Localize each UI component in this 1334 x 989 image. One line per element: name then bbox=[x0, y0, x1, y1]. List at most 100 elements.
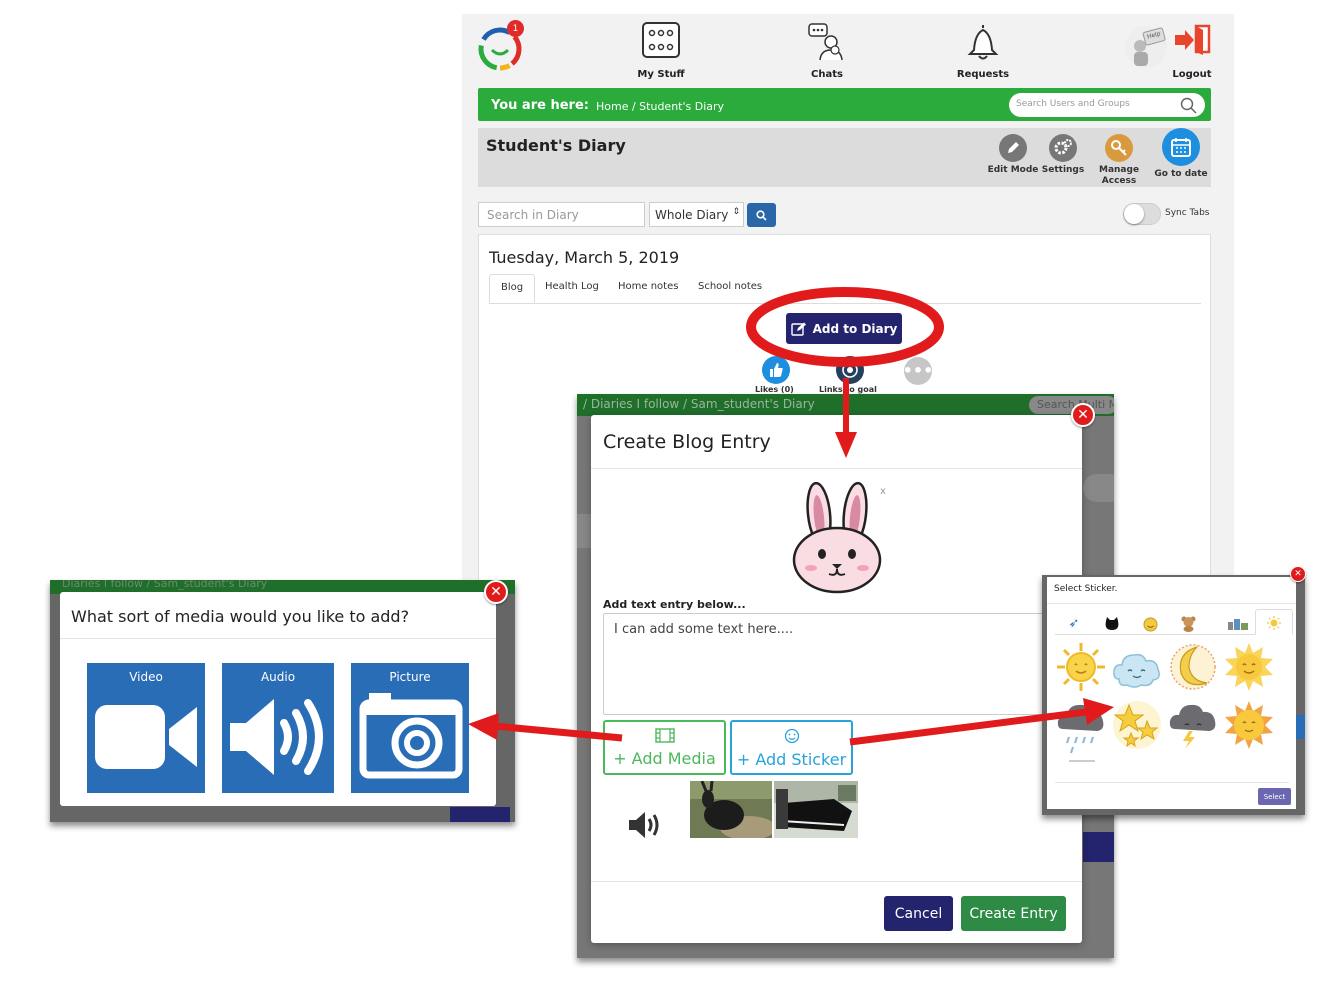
app-logo[interactable]: 1 bbox=[476, 20, 526, 72]
settings-button[interactable]: Settings bbox=[1034, 134, 1092, 176]
audio-option[interactable]: Audio bbox=[222, 663, 334, 793]
bg-breadcrumb: Diaries I follow / Sam_student's Diary bbox=[62, 580, 268, 590]
cat-icon bbox=[1105, 617, 1119, 630]
create-blog-entry-modal: Create Blog Entry x Add text entry below… bbox=[591, 415, 1082, 943]
moon-sticker[interactable] bbox=[1167, 641, 1219, 693]
global-search-input[interactable]: Search Users and Groups bbox=[1009, 93, 1205, 117]
storm-cloud-sticker[interactable] bbox=[1167, 699, 1219, 751]
picture-option[interactable]: Picture bbox=[351, 663, 469, 793]
diary-scope-select[interactable]: Whole Diary ⇕ bbox=[649, 202, 744, 227]
bg-breadcrumb: / Diaries I follow / Sam_student's Diary bbox=[583, 397, 815, 411]
create-entry-button[interactable]: Create Entry bbox=[961, 896, 1066, 931]
bg-field-right bbox=[1083, 474, 1114, 502]
add-sticker-label: + Add Sticker bbox=[736, 750, 847, 769]
cloud-sticker[interactable] bbox=[1111, 643, 1163, 695]
nav-requests[interactable]: Requests bbox=[938, 22, 1028, 80]
like-button[interactable] bbox=[762, 356, 790, 384]
smiley-icon bbox=[784, 728, 799, 744]
photo-attachment-rabbit[interactable] bbox=[690, 781, 772, 838]
settings-label: Settings bbox=[1041, 165, 1085, 175]
add-sticker-button[interactable]: + Add Sticker bbox=[730, 720, 853, 775]
bell-icon bbox=[967, 25, 999, 60]
video-camera-icon bbox=[95, 705, 197, 769]
manage-access-button[interactable]: Manage Access bbox=[1090, 134, 1148, 187]
diary-search-input[interactable]: Search in Diary bbox=[478, 202, 645, 227]
close-icon[interactable]: ✕ bbox=[484, 580, 508, 604]
bg-breadcrumb-bar: / Diaries I follow / Sam_student's Diary… bbox=[577, 394, 1114, 416]
sticker-tab-animals[interactable] bbox=[1093, 613, 1131, 635]
more-options-button[interactable]: ••• bbox=[903, 357, 933, 385]
remove-sticker-icon[interactable]: x bbox=[880, 486, 886, 497]
nav-my-stuff[interactable]: My Stuff bbox=[616, 22, 706, 80]
tab-health-log[interactable]: Health Log bbox=[534, 274, 610, 303]
sun-sticker[interactable] bbox=[1055, 641, 1107, 693]
sun-icon bbox=[1267, 616, 1281, 630]
search-icon bbox=[756, 209, 767, 221]
sticker-modal-title: Select Sticker. bbox=[1054, 584, 1118, 594]
add-media-label: + Add Media bbox=[613, 749, 716, 768]
go-to-date-label: Go to date bbox=[1154, 169, 1208, 179]
add-to-diary-label: Add to Diary bbox=[812, 321, 898, 336]
text-entry-field[interactable]: I can add some text here.... bbox=[603, 613, 1073, 715]
close-icon[interactable]: ✕ bbox=[1290, 566, 1306, 582]
sticker-tab-sports[interactable]: ➶ bbox=[1055, 613, 1093, 635]
media-type-modal: What sort of media would you like to add… bbox=[60, 592, 496, 806]
add-media-button[interactable]: + Add Media bbox=[603, 720, 726, 775]
bg-button bbox=[450, 807, 510, 822]
sticker-tab-places[interactable] bbox=[1219, 613, 1257, 635]
text-entry-value: I can add some text here.... bbox=[614, 622, 794, 637]
sync-tabs-toggle[interactable] bbox=[1123, 203, 1161, 225]
stars-sticker[interactable] bbox=[1111, 699, 1163, 751]
nav-logout[interactable]: Logout bbox=[1162, 22, 1222, 80]
audio-attachment-icon[interactable] bbox=[627, 809, 665, 841]
sun-smile-sticker[interactable] bbox=[1223, 641, 1275, 693]
sticker-tab-faces[interactable] bbox=[1131, 613, 1169, 635]
key-icon bbox=[1105, 134, 1133, 162]
global-search-placeholder: Search Users and Groups bbox=[1016, 99, 1130, 109]
sync-tabs-label: Sync Tabs bbox=[1165, 208, 1210, 218]
dice-icon bbox=[642, 22, 680, 58]
sports-icon: ➶ bbox=[1068, 616, 1080, 631]
close-icon[interactable]: ✕ bbox=[1071, 403, 1095, 427]
links-to-goal-label: Links to goal bbox=[819, 385, 877, 394]
bg-button bbox=[1083, 832, 1114, 862]
bunny-sticker[interactable] bbox=[789, 482, 885, 594]
modal-title: Create Blog Entry bbox=[603, 431, 771, 453]
page-title: Student's Diary bbox=[486, 136, 626, 155]
tab-school-notes[interactable]: School notes bbox=[687, 274, 773, 303]
speaker-icon bbox=[230, 699, 323, 775]
sticker-tab-weather[interactable] bbox=[1255, 609, 1293, 635]
tab-blog[interactable]: Blog bbox=[489, 274, 536, 303]
breadcrumb[interactable]: Home / Student's Diary bbox=[596, 100, 724, 113]
nav-chats-label: Chats bbox=[811, 69, 843, 80]
breadcrumb-bar: You are here: Home / Student's Diary Sea… bbox=[478, 88, 1211, 121]
cancel-button[interactable]: Cancel bbox=[884, 896, 953, 931]
breadcrumb-prefix: You are here: bbox=[491, 98, 589, 113]
rain-cloud-sticker[interactable] bbox=[1055, 699, 1107, 769]
tab-home-notes[interactable]: Home notes bbox=[607, 274, 689, 303]
gear-icon bbox=[1049, 134, 1077, 162]
nav-requests-label: Requests bbox=[956, 69, 1010, 80]
chats-icon bbox=[808, 23, 843, 61]
picture-option-label: Picture bbox=[389, 670, 431, 684]
notification-badge: 1 bbox=[507, 20, 524, 37]
select-sticker-button[interactable]: Select bbox=[1258, 788, 1291, 805]
diary-title-bar: Student's Diary Edit Mode Settings Manag… bbox=[478, 128, 1211, 187]
edit-note-icon bbox=[790, 322, 806, 336]
town-icon bbox=[1228, 619, 1248, 630]
go-to-date-button[interactable]: Go to date bbox=[1152, 128, 1210, 180]
face-icon bbox=[1143, 617, 1157, 632]
diary-search-button[interactable] bbox=[747, 203, 776, 227]
video-option-label: Video bbox=[129, 670, 163, 684]
add-to-diary-button[interactable]: Add to Diary bbox=[786, 313, 902, 344]
target-icon bbox=[842, 362, 858, 378]
photo-attachment-piano[interactable] bbox=[774, 781, 858, 838]
film-icon bbox=[654, 728, 675, 743]
video-option[interactable]: Video bbox=[87, 663, 205, 793]
sticker-tab-toys[interactable] bbox=[1169, 613, 1207, 635]
search-icon[interactable] bbox=[1180, 97, 1197, 114]
nav-chats[interactable]: Chats bbox=[782, 22, 872, 80]
select-arrows-icon: ⇕ bbox=[732, 207, 740, 217]
links-to-goal-button[interactable] bbox=[836, 356, 864, 384]
sun-face-sticker[interactable] bbox=[1223, 699, 1275, 751]
